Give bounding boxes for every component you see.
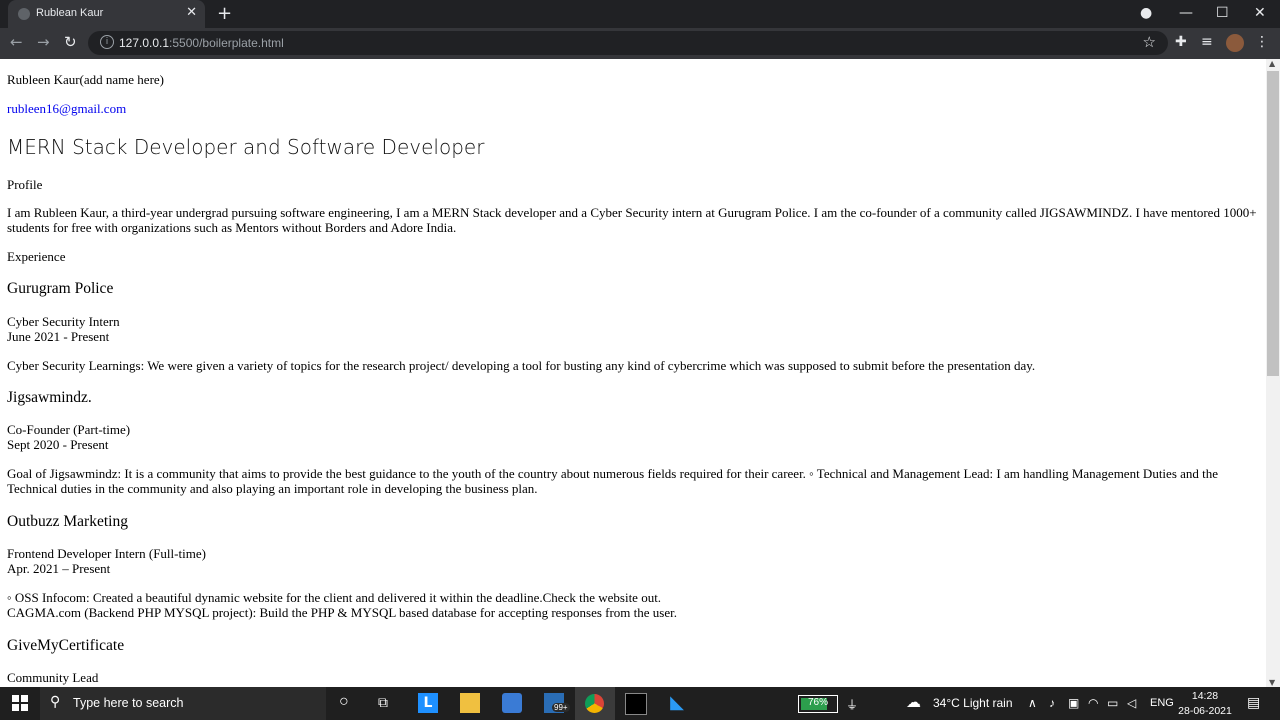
media-control-icon[interactable]: ≡ — [1201, 34, 1213, 50]
scroll-down-icon[interactable]: ▼ — [1269, 678, 1275, 687]
url-path: :5500/boilerplate.html — [169, 36, 284, 50]
job-role: Community Lead — [7, 670, 99, 685]
reload-icon[interactable]: ↻ — [64, 33, 77, 51]
battery-label: 76% — [807, 697, 828, 708]
app-store-icon[interactable] — [502, 693, 522, 713]
clock[interactable]: 14:28 28-06-2021 — [1170, 689, 1240, 719]
profile-avatar[interactable] — [1226, 34, 1244, 52]
taskbar-search-box[interactable]: ⚲ Type here to search — [40, 687, 326, 720]
job-description: CAGMA.com (Backend PHP MYSQL project): B… — [7, 605, 677, 620]
wifi-icon[interactable]: ◠ — [1088, 696, 1098, 710]
page-scrollbar[interactable]: ▲ ▼ — [1266, 59, 1280, 687]
cloud-rain-icon[interactable]: ☁ — [906, 693, 921, 711]
search-icon: ⚲ — [50, 694, 61, 710]
globe-icon — [18, 8, 30, 20]
clock-time: 14:28 — [1191, 690, 1219, 702]
job-description: Goal of Jigsawmindz: It is a community t… — [7, 466, 1219, 496]
scroll-up-icon[interactable]: ▲ — [1269, 59, 1275, 68]
cortana-icon[interactable]: ○ — [339, 693, 349, 711]
browser-tabstrip: Rublean Kaur ✕ + ● — ☐ ✕ — [0, 0, 1280, 28]
minimize-icon[interactable]: — — [1179, 5, 1193, 21]
search-placeholder: Type here to search — [73, 696, 184, 710]
mail-badge: 99+ — [552, 703, 570, 712]
profile-menu-icon[interactable]: ● — [1140, 5, 1152, 21]
job-company: Gurugram Police — [7, 280, 114, 297]
browser-toolbar: ← → ↻ i 127.0.0.1:5500/boilerplate.html … — [0, 28, 1280, 59]
job-company: GiveMyCertificate — [7, 637, 125, 654]
microphone-icon[interactable]: ♪ — [1049, 696, 1055, 710]
address-bar[interactable]: i 127.0.0.1:5500/boilerplate.html ☆ — [88, 31, 1168, 55]
terminal-icon[interactable] — [625, 693, 647, 715]
mail-icon[interactable]: 99+ — [544, 693, 570, 713]
clock-date: 28-06-2021 — [1178, 705, 1232, 717]
email-link[interactable]: rubleen16@gmail.com — [7, 101, 126, 116]
vscode-icon[interactable]: ◣ — [667, 693, 687, 713]
back-icon[interactable]: ← — [10, 33, 23, 51]
job-description: ◦ OSS Infocom: Created a beautiful dynam… — [7, 590, 662, 605]
job-dates: Sept 2020 - Present — [7, 437, 109, 452]
job-company: Outbuzz Marketing — [7, 513, 128, 530]
app-l-icon[interactable]: L — [418, 693, 438, 713]
plug-icon: ⏚ — [846, 698, 859, 712]
profile-text: I am Rubleen Kaur, a third-year undergra… — [7, 205, 1257, 235]
page-content: Rubleen Kaur(add name here) rubleen16@gm… — [0, 59, 1266, 687]
url-host: 127.0.0.1 — [119, 36, 170, 50]
windows-taskbar: ⚲ Type here to search ○ ⧉ L 99+ ◣ 76% ⏚ … — [0, 687, 1280, 720]
headline: MERN Stack Developer and Software Develo… — [7, 135, 485, 159]
job-company: Jigsawmindz. — [7, 389, 92, 406]
browser-tab[interactable]: Rublean Kaur ✕ — [8, 0, 205, 28]
chrome-icon — [585, 694, 604, 713]
info-icon[interactable]: i — [100, 35, 114, 49]
task-view-icon[interactable]: ⧉ — [378, 694, 388, 711]
weather-text[interactable]: 34°C Light rain — [933, 696, 1013, 710]
windows-start-icon[interactable] — [12, 695, 28, 711]
profile-heading: Profile — [7, 177, 43, 192]
job-dates: Apr. 2021 – Present — [7, 561, 111, 576]
tab-title: Rublean Kaur — [36, 7, 104, 19]
url-text: 127.0.0.1:5500/boilerplate.html — [119, 36, 284, 50]
maximize-icon[interactable]: ☐ — [1216, 5, 1229, 21]
job-description: Cyber Security Learnings: We were given … — [7, 358, 1036, 373]
speaker-icon[interactable]: ◁ — [1127, 696, 1136, 710]
tray-app-icon[interactable]: ▣ — [1068, 696, 1079, 710]
job-role: Co-Founder (Part-time) — [7, 422, 131, 437]
extensions-icon[interactable]: ✚ — [1175, 34, 1187, 50]
chrome-taskbar-button[interactable] — [575, 687, 615, 720]
new-tab-button[interactable]: + — [217, 3, 232, 24]
forward-icon[interactable]: → — [37, 33, 50, 51]
resume-name: Rubleen Kaur(add name here) — [7, 72, 165, 87]
job-dates: June 2021 - Present — [7, 329, 110, 344]
battery-indicator[interactable]: 76% — [798, 695, 838, 713]
chevron-up-icon[interactable]: ∧ — [1028, 696, 1037, 710]
bookmark-star-icon[interactable]: ☆ — [1143, 33, 1156, 51]
scrollbar-thumb[interactable] — [1267, 71, 1279, 376]
menu-kebab-icon[interactable]: ⋮ — [1255, 34, 1269, 50]
job-role: Cyber Security Intern — [7, 314, 120, 329]
window-close-icon[interactable]: ✕ — [1254, 5, 1266, 21]
file-explorer-icon[interactable] — [460, 693, 480, 713]
battery-tray-icon[interactable]: ▭ — [1107, 696, 1118, 710]
notification-icon[interactable]: ▤ — [1247, 694, 1260, 711]
job-role: Frontend Developer Intern (Full-time) — [7, 546, 206, 561]
close-tab-icon[interactable]: ✕ — [186, 5, 197, 20]
experience-heading: Experience — [7, 249, 66, 264]
